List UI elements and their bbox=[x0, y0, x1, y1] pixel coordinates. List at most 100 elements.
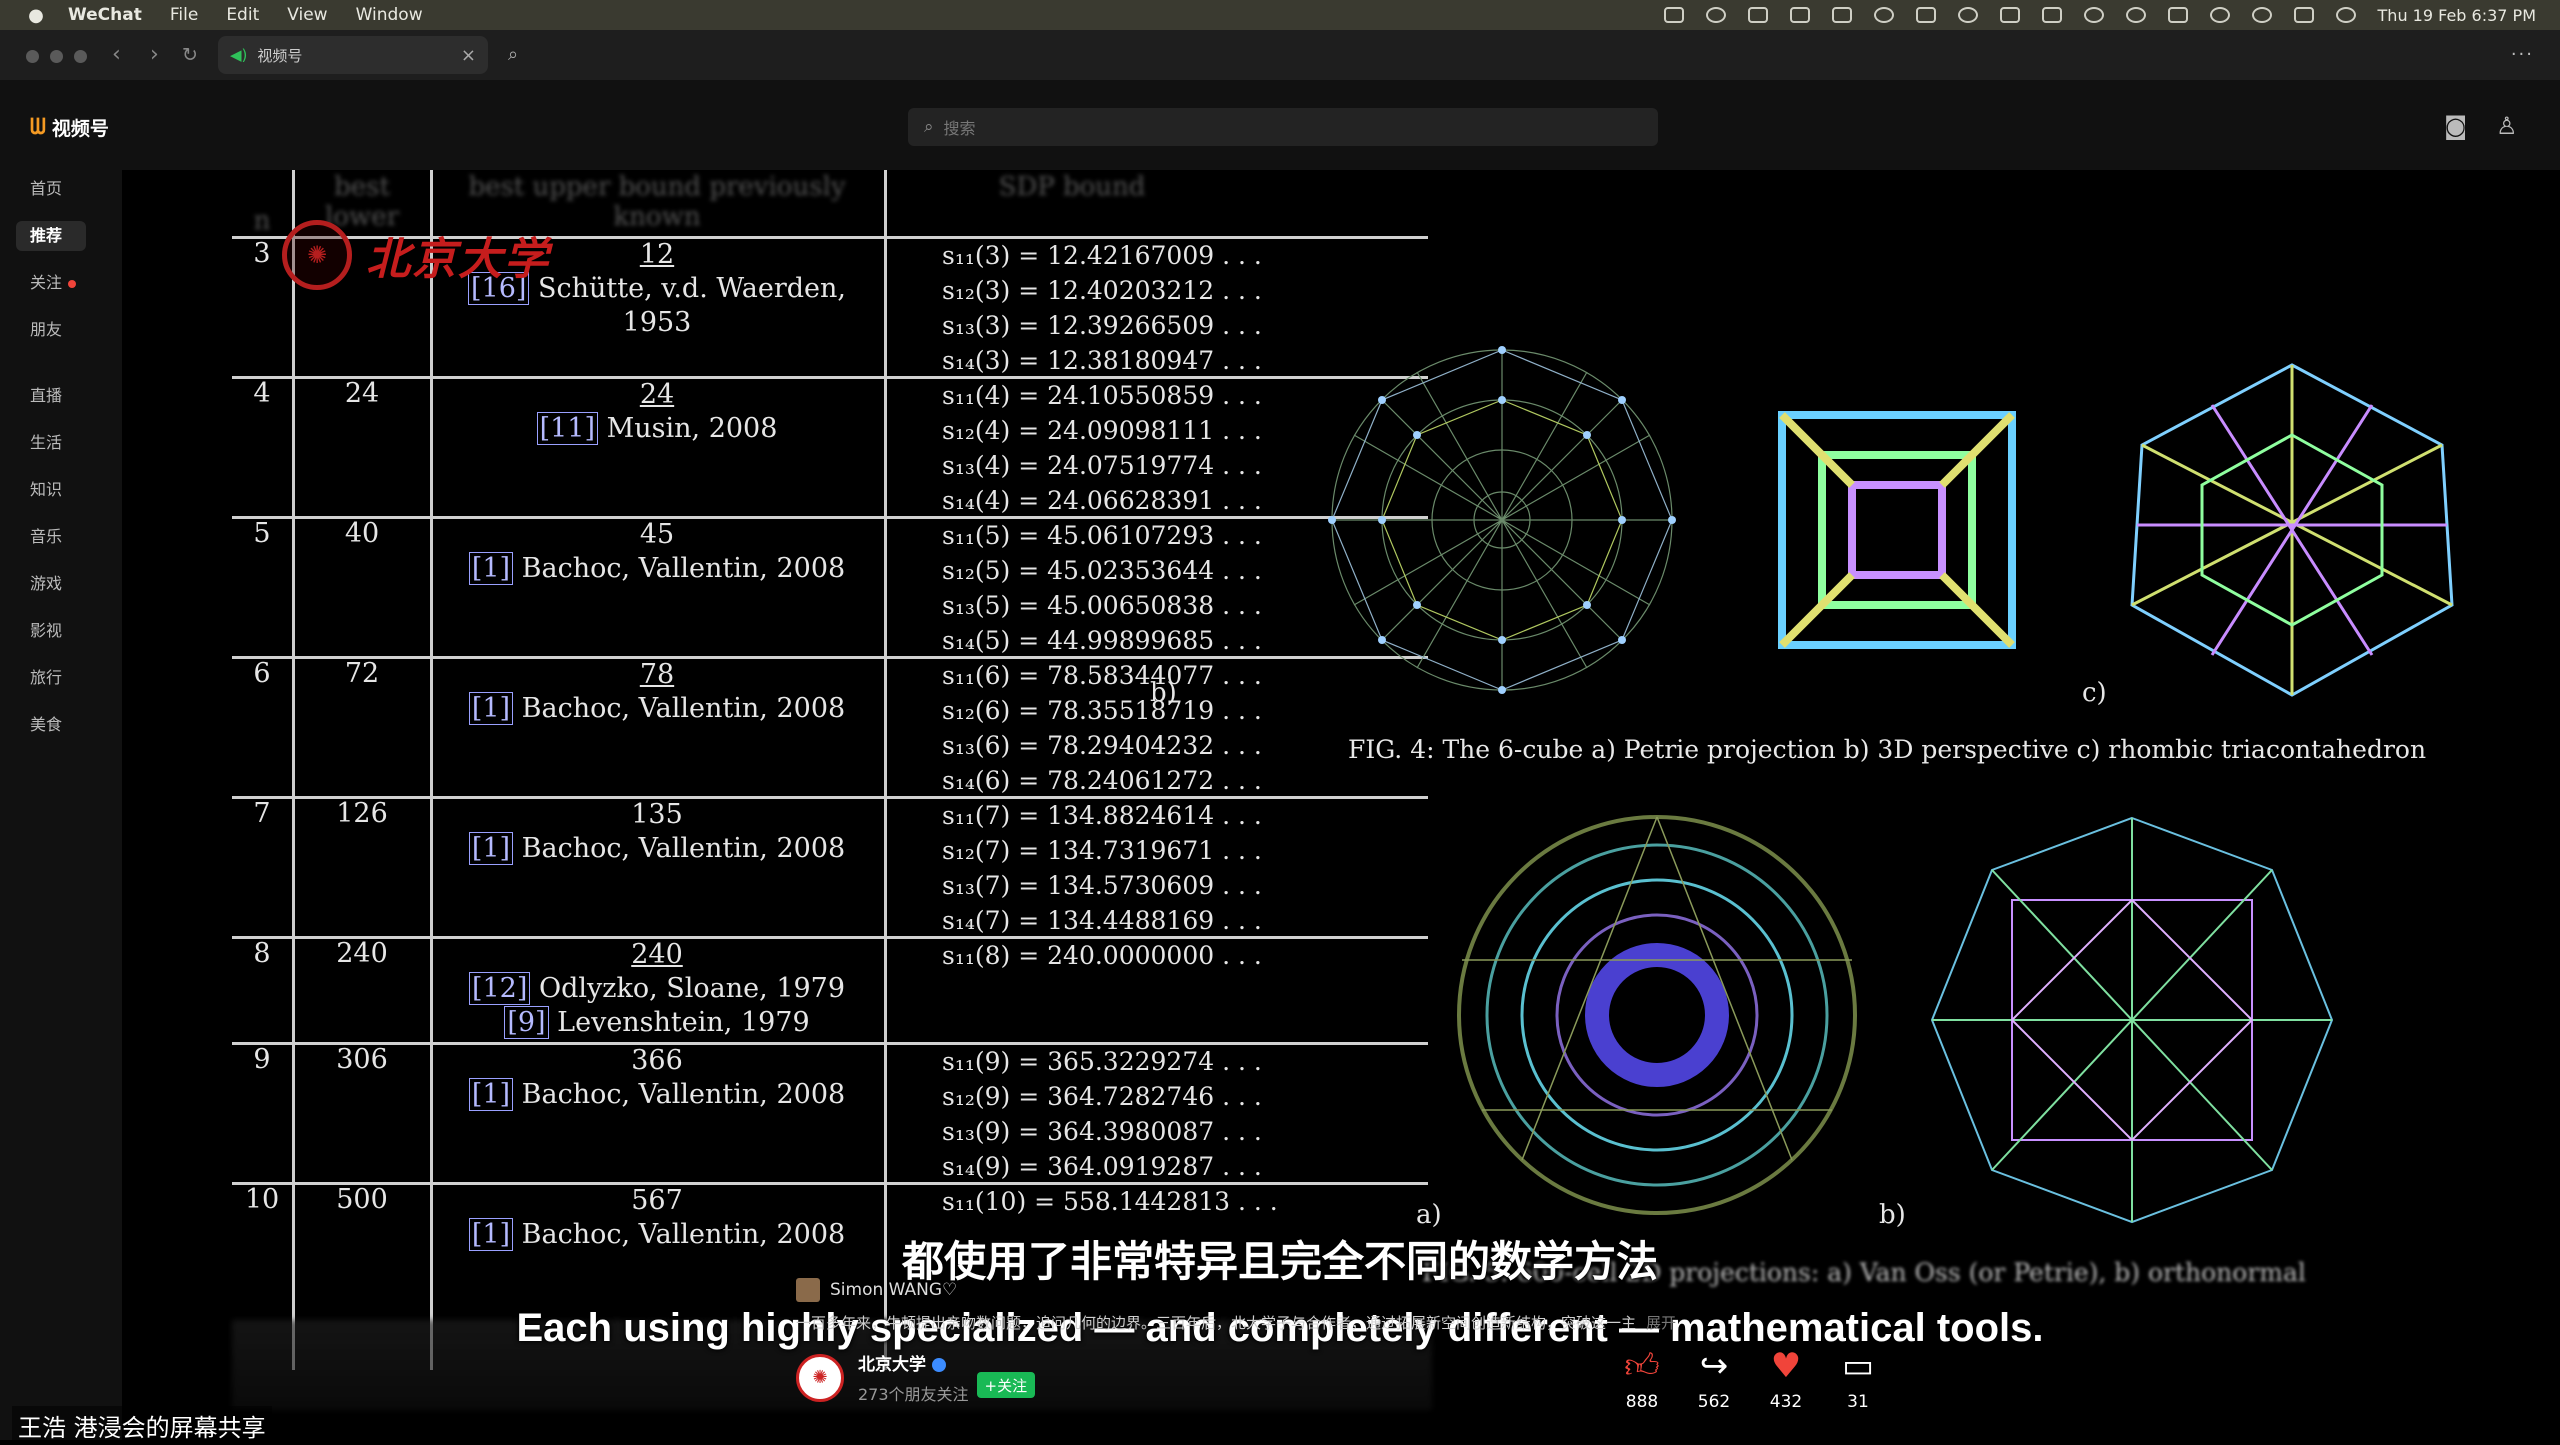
row-ref: [1] bbox=[468, 552, 514, 585]
status-icon-3[interactable] bbox=[1789, 7, 1810, 23]
status-icon-6[interactable] bbox=[2041, 7, 2062, 23]
sdp-value: s₁₂(9) = 364.7282746 . . . bbox=[942, 1082, 1262, 1111]
fig4-caption: FIG. 4: The 6-cube a) Petrie projection … bbox=[1348, 735, 2427, 764]
window-minimize-button[interactable] bbox=[50, 50, 63, 63]
sdp-value: s₁₂(7) = 134.7319671 . . . bbox=[942, 836, 1262, 865]
channels-logo[interactable]: ᗯ 视频号 bbox=[30, 114, 109, 141]
close-tab-icon[interactable]: × bbox=[461, 45, 476, 66]
search-input[interactable]: ⌕ 搜索 bbox=[908, 108, 1658, 146]
menubar-app-name[interactable]: WeChat bbox=[68, 5, 142, 25]
reload-icon[interactable]: ↻ bbox=[182, 44, 198, 66]
share-icon: ↪ bbox=[1699, 1346, 1729, 1386]
sidebar-item-live[interactable]: 直播 bbox=[16, 381, 86, 411]
sidebar-item-food[interactable]: 美食 bbox=[16, 710, 86, 740]
comment-button[interactable]: ▭ 31 bbox=[1828, 1346, 1888, 1412]
input-method-icon[interactable] bbox=[1999, 7, 2020, 23]
sidebar-item-film[interactable]: 影视 bbox=[16, 616, 86, 646]
author-avatar bbox=[796, 1278, 820, 1302]
triacontahedron-edges bbox=[2130, 363, 2454, 697]
row-upper: 135 bbox=[631, 799, 683, 830]
share-button[interactable]: ↪ 562 bbox=[1684, 1346, 1744, 1412]
row-sdp-cell: s₁₁(6) = 78.58344077 . . . s₁₂(6) = 78.3… bbox=[942, 658, 1282, 798]
sdp-value: s₁₄(9) = 364.0919287 . . . bbox=[942, 1152, 1262, 1181]
window-close-button[interactable] bbox=[26, 50, 39, 63]
status-icon-2[interactable] bbox=[1747, 7, 1768, 23]
browser-tab[interactable]: ◀) 视频号 × bbox=[218, 36, 488, 74]
play-icon[interactable] bbox=[2083, 7, 2104, 23]
menubar-clock[interactable]: Thu 19 Feb 6:37 PM bbox=[2378, 6, 2536, 25]
sidebar-item-recommend[interactable]: 推荐 bbox=[16, 221, 86, 251]
menu-view[interactable]: View bbox=[287, 5, 327, 25]
status-icon-4[interactable] bbox=[1831, 7, 1852, 23]
menu-edit[interactable]: Edit bbox=[226, 5, 259, 25]
sidebar-item-home[interactable]: 首页 bbox=[16, 174, 86, 204]
screen-share-icon[interactable] bbox=[1663, 7, 1684, 23]
sidebar-item-knowledge[interactable]: 知识 bbox=[16, 475, 86, 505]
row-ref-text: Musin, 2008 bbox=[606, 413, 778, 444]
sidebar-item-music[interactable]: 音乐 bbox=[16, 522, 86, 552]
user-icon[interactable]: ♙ bbox=[2496, 112, 2518, 140]
row-ref: [9] bbox=[504, 1006, 549, 1039]
video-author[interactable]: Simon WANG♡ bbox=[796, 1278, 957, 1302]
bluetooth-icon[interactable] bbox=[1957, 7, 1978, 23]
expand-link[interactable]: 展开 bbox=[1646, 1314, 1676, 1332]
sidebar-item-following[interactable]: 关注 bbox=[16, 268, 86, 298]
sidebar-item-life[interactable]: 生活 bbox=[16, 428, 86, 458]
siri-icon[interactable] bbox=[2335, 7, 2356, 23]
user-status-icon[interactable] bbox=[2125, 7, 2146, 23]
wifi-icon[interactable] bbox=[2209, 7, 2230, 23]
comment-icon: ▭ bbox=[1841, 1346, 1875, 1386]
sidebar-item-friends[interactable]: 朋友 bbox=[16, 315, 86, 345]
row-ref-text: Schütte, v.d. Waerden, 1953 bbox=[538, 273, 846, 338]
forward-icon[interactable]: › bbox=[150, 42, 159, 67]
sdp-value: s₁₁(3) = 12.42167009 . . . bbox=[942, 241, 1262, 270]
row-upper-cell: 78 [1] Bachoc, Vallentin, 2008 bbox=[432, 658, 882, 726]
back-icon[interactable]: ‹ bbox=[112, 42, 121, 67]
spotlight-icon[interactable] bbox=[2251, 7, 2272, 23]
control-center-icon[interactable] bbox=[2293, 7, 2314, 23]
menu-file[interactable]: File bbox=[170, 5, 198, 25]
row-upper: 45 bbox=[639, 519, 675, 550]
thumbs-up-icon: 👍︎ bbox=[1624, 1346, 1660, 1386]
row-lower: 72 bbox=[344, 658, 380, 689]
sdp-value: s₁₂(6) = 78.35518719 . . . bbox=[942, 696, 1262, 725]
status-icon-1[interactable] bbox=[1705, 7, 1726, 23]
row-ref: [12] bbox=[468, 972, 531, 1005]
more-icon[interactable]: ··· bbox=[2511, 44, 2534, 65]
tab-search-icon[interactable]: ⌕ bbox=[508, 44, 518, 65]
window-zoom-button[interactable] bbox=[74, 50, 87, 63]
sidebar-item-label: 关注 bbox=[30, 273, 63, 292]
row-lower: 306 bbox=[336, 1044, 388, 1075]
row-n: 6 bbox=[253, 658, 271, 689]
like-button[interactable]: 👍︎ 888 bbox=[1612, 1346, 1672, 1412]
row-ref-text: Odlyzko, Sloane, 1979 bbox=[538, 973, 846, 1004]
camera-icon[interactable]: ◙ bbox=[2444, 112, 2467, 140]
sdp-value: s₁₂(3) = 12.40203212 . . . bbox=[942, 276, 1262, 305]
account-name: 北京大学 bbox=[858, 1355, 926, 1375]
menu-window[interactable]: Window bbox=[356, 5, 423, 25]
status-icon-5[interactable] bbox=[1915, 7, 1936, 23]
pku-watermark: ✺ 北京大学 bbox=[282, 220, 550, 290]
search-placeholder: 搜索 bbox=[943, 119, 976, 138]
sdp-value: s₁₁(4) = 24.10550859 . . . bbox=[942, 381, 1262, 410]
sidebar-item-games[interactable]: 游戏 bbox=[16, 569, 86, 599]
apple-menu-icon[interactable]: ● bbox=[26, 5, 46, 26]
table-divider bbox=[884, 170, 887, 1370]
follow-button[interactable]: +关注 bbox=[976, 1371, 1036, 1398]
wechat-status-icon[interactable] bbox=[1873, 7, 1894, 23]
heart-button[interactable]: ♥ 432 bbox=[1756, 1346, 1816, 1412]
row-n: 4 bbox=[253, 378, 271, 409]
row-upper: 24 bbox=[639, 379, 675, 410]
row-upper-cell: 240 [12] Odlyzko, Sloane, 1979 [9] Leven… bbox=[432, 938, 882, 1040]
account-avatar[interactable]: ✺ bbox=[796, 1353, 844, 1402]
cube-perspective-figure bbox=[1778, 411, 2016, 649]
row-sdp-cell: s₁₁(3) = 12.42167009 . . . s₁₂(3) = 12.4… bbox=[942, 238, 1282, 378]
row-lower: 126 bbox=[336, 798, 388, 829]
sidebar-item-travel[interactable]: 旅行 bbox=[16, 663, 86, 693]
browser-tabstrip: ‹ › ↻ ◀) 视频号 × ⌕ ··· bbox=[0, 30, 2560, 80]
orthonormal-lattice bbox=[1930, 816, 2334, 1224]
account-name-row[interactable]: 北京大学 bbox=[858, 1350, 969, 1375]
battery-icon[interactable] bbox=[2167, 7, 2188, 23]
row-ref-text: Bachoc, Vallentin, 2008 bbox=[521, 693, 846, 724]
row-ref-text: Bachoc, Vallentin, 2008 bbox=[521, 1079, 846, 1110]
